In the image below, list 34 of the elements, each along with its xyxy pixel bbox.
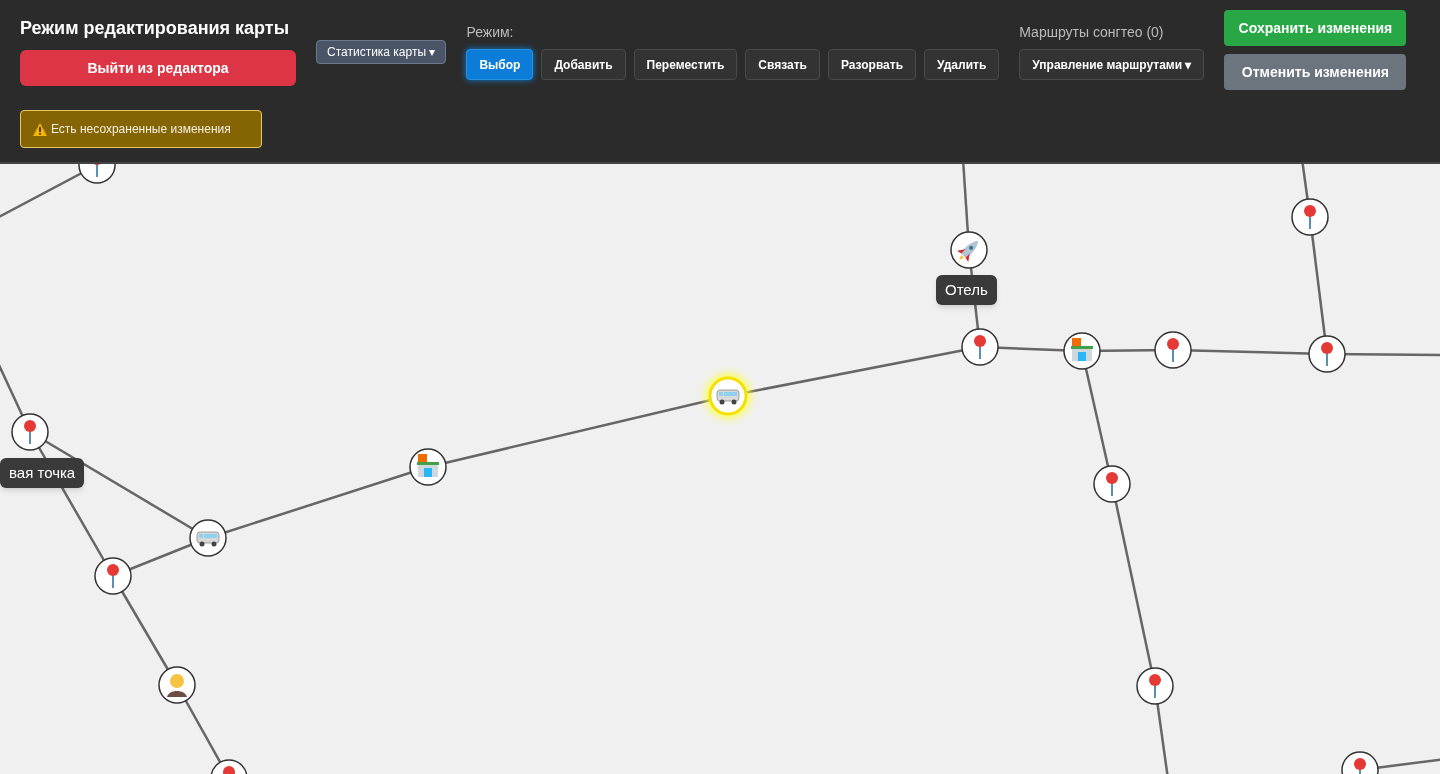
map-stats-dropdown[interactable]: Статистика карты ▾ <box>316 40 447 64</box>
warning-icon <box>33 122 47 136</box>
pin-marker[interactable] <box>1136 667 1174 705</box>
rocket-marker[interactable] <box>950 231 988 269</box>
mode-tab[interactable]: Выбор <box>466 49 534 80</box>
editor-title: Режим редактирования карты <box>20 17 291 40</box>
pin-marker[interactable] <box>1291 198 1329 236</box>
manage-routes-dropdown[interactable]: Управление маршрутами ▾ <box>1019 49 1205 80</box>
pin-marker[interactable] <box>210 759 248 774</box>
person-marker[interactable] <box>158 666 196 704</box>
pin-marker[interactable] <box>1341 751 1379 774</box>
pin-marker[interactable] <box>961 328 999 366</box>
van-marker[interactable] <box>706 374 750 418</box>
mode-tab[interactable]: Связать <box>745 49 820 80</box>
pin-marker[interactable] <box>94 557 132 595</box>
mode-tab[interactable]: Разорвать <box>827 49 917 80</box>
cancel-changes-button[interactable]: Отменить изменения <box>1224 54 1407 90</box>
pin-marker[interactable] <box>1154 331 1192 369</box>
exit-editor-button[interactable]: Выйти из редактора <box>20 50 296 86</box>
store-marker[interactable] <box>409 448 447 486</box>
pin-marker[interactable] <box>78 164 116 184</box>
pin-marker[interactable] <box>1093 465 1131 503</box>
node-tooltip: Отель <box>936 275 997 305</box>
routes-label: Маршруты сонгтео (0) <box>1019 23 1165 42</box>
van-marker[interactable] <box>189 519 227 557</box>
store-marker[interactable] <box>1063 332 1101 370</box>
pin-marker[interactable] <box>1308 335 1346 373</box>
mode-tab[interactable]: Переместить <box>633 49 738 80</box>
mode-tab[interactable]: Добавить <box>541 49 626 80</box>
pin-marker[interactable] <box>11 413 49 451</box>
warning-text: Есть несохраненные изменения <box>51 121 231 138</box>
mode-label: Режим: <box>466 23 515 42</box>
node-tooltip: вая точка <box>0 458 85 488</box>
mode-tab[interactable]: Удалить <box>924 49 1000 80</box>
